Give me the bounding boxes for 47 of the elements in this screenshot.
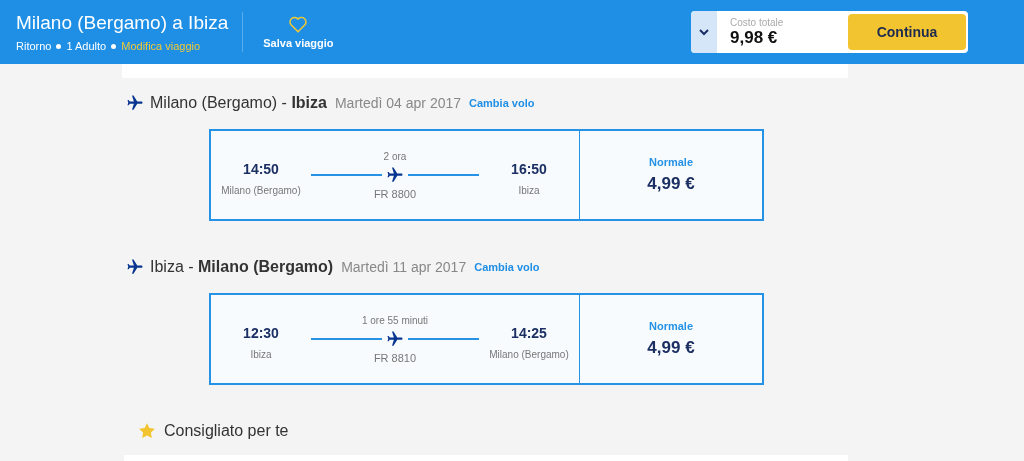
- departure-city: Milano (Bergamo): [221, 184, 301, 196]
- chevron-down-icon: [699, 28, 709, 36]
- route-line: [311, 173, 382, 176]
- flight-date: Martedì 04 apr 2017: [334, 95, 462, 111]
- flight-card[interactable]: 12:30 Ibiza 1 ore 55 minuti FR 8810 14:25 Milano (Bergamo) Normale 4,99 €: [209, 293, 764, 385]
- route-title: Milano (Bergamo) - Ibiza: [150, 94, 327, 112]
- change-flight-link[interactable]: Cambia volo: [469, 97, 535, 109]
- change-flight-link[interactable]: Cambia volo: [474, 261, 540, 273]
- save-trip-button[interactable]: Salva viaggio: [263, 15, 334, 49]
- fare-type: Normale: [649, 320, 693, 332]
- arrival-city: Milano (Bergamo): [489, 348, 569, 360]
- departure-city: Ibiza: [250, 348, 272, 360]
- flight-number: FR 8810: [373, 351, 417, 364]
- flight-duration: 2 ora: [383, 150, 407, 162]
- arrival-time: 14:25: [511, 324, 547, 341]
- plane-icon: [386, 165, 404, 184]
- departure-time: 14:50: [243, 160, 279, 177]
- trip-title: Milano (Bergamo) a Ibiza: [16, 12, 229, 34]
- route-line: [408, 173, 479, 176]
- bullet-dot: [111, 43, 117, 49]
- arrival-city: Ibiza: [518, 184, 540, 196]
- section-title: Consigliato per te: [164, 422, 289, 440]
- flight-number: FR 8800: [373, 187, 417, 200]
- trip-detail: Ritorno: [16, 40, 52, 52]
- route-line: [311, 337, 382, 340]
- flight-card[interactable]: 14:50 Milano (Bergamo) 2 ora FR 8800 16:50 Ibiza Normale 4,99 €: [209, 129, 764, 221]
- edit-trip-link[interactable]: Modifica viaggio: [121, 40, 201, 52]
- departure-time: 12:30: [243, 324, 279, 341]
- route-title: Ibiza - Milano (Bergamo): [150, 258, 334, 276]
- fare-price: 4,99 €: [647, 174, 695, 194]
- heart-icon: [288, 15, 309, 33]
- plane-icon: [126, 258, 144, 276]
- flight-duration: 1 ore 55 minuti: [361, 314, 429, 326]
- bullet-dot: [56, 43, 62, 49]
- star-icon: [138, 422, 156, 440]
- route-line: [408, 337, 479, 340]
- flight-date: Martedì 11 apr 2017: [341, 259, 467, 275]
- plane-icon: [126, 94, 144, 112]
- fare-price: 4,99 €: [647, 338, 695, 358]
- total-label: Costo totale: [730, 16, 785, 28]
- fare-type: Normale: [649, 156, 693, 168]
- expand-button[interactable]: [691, 11, 717, 53]
- continue-button[interactable]: Continua: [848, 14, 966, 50]
- plane-icon: [386, 329, 404, 348]
- trip-detail: 1 Adulto: [66, 40, 107, 52]
- arrival-time: 16:50: [511, 160, 547, 177]
- total-price: 9,98 €: [730, 27, 779, 48]
